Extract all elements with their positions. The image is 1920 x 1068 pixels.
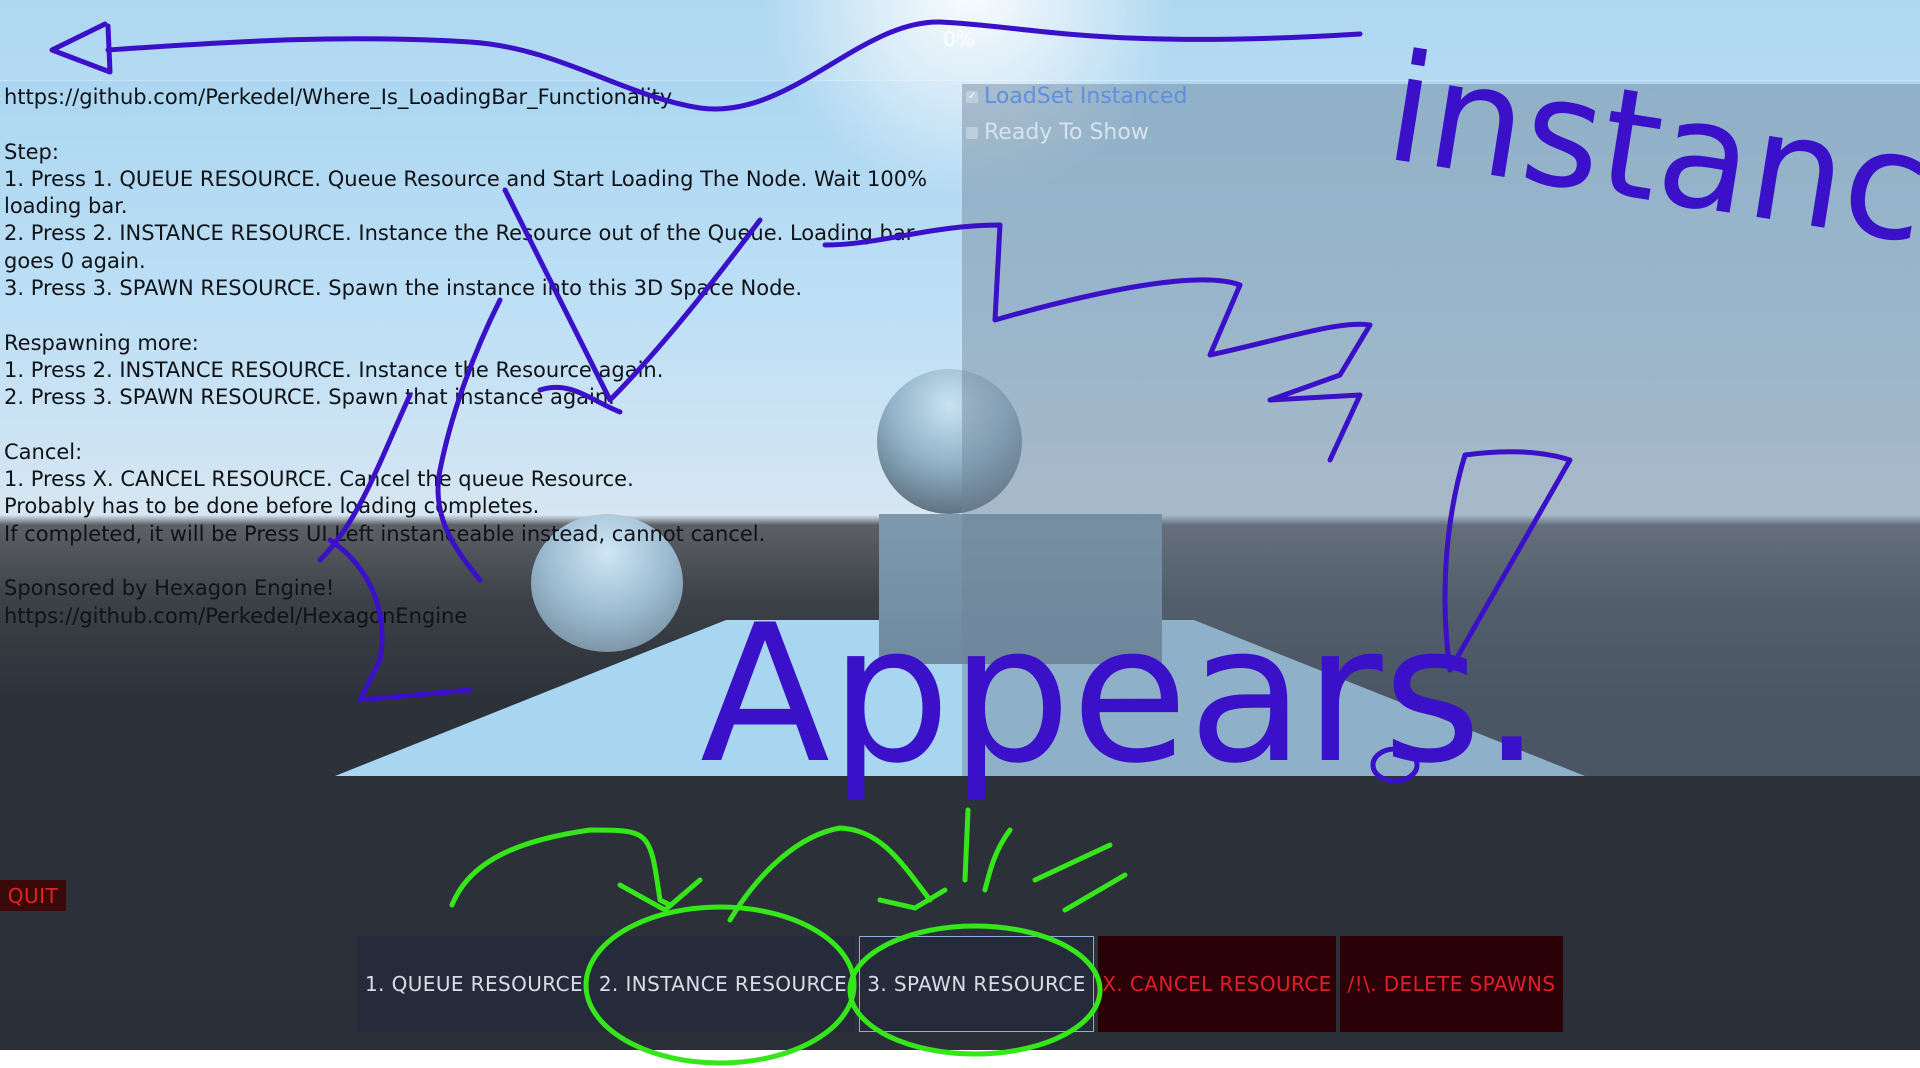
queue-resource-button[interactable]: 1. QUEUE RESOURCE — [357, 936, 591, 1032]
instance-resource-button[interactable]: 2. INSTANCE RESOURCE — [591, 936, 855, 1032]
quit-button[interactable]: QUIT — [0, 880, 66, 911]
loadset-instanced-check[interactable]: ✓ LoadSet Instanced — [966, 84, 1187, 109]
bottom-margin — [0, 1050, 1920, 1068]
ready-to-show-check[interactable]: Ready To Show — [966, 120, 1149, 145]
cancel-resource-button[interactable]: X. CANCEL RESOURCE — [1098, 936, 1336, 1032]
loadset-instanced-label: LoadSet Instanced — [984, 84, 1188, 109]
game-viewport: 0% ✓ LoadSet Instanced Ready To Show htt… — [0, 0, 1920, 1050]
delete-spawns-button[interactable]: /!\. DELETE SPAWNS — [1340, 936, 1563, 1032]
spawn-resource-button[interactable]: 3. SPAWN RESOURCE — [859, 936, 1094, 1032]
loading-progress-label: 0% — [943, 27, 975, 51]
instructions-text: https://github.com/Perkedel/Where_Is_Loa… — [4, 85, 928, 628]
status-panel — [962, 84, 1920, 776]
checkbox-unchecked-icon — [966, 126, 978, 139]
ready-to-show-label: Ready To Show — [984, 120, 1149, 145]
checkbox-checked-icon: ✓ — [966, 90, 978, 103]
